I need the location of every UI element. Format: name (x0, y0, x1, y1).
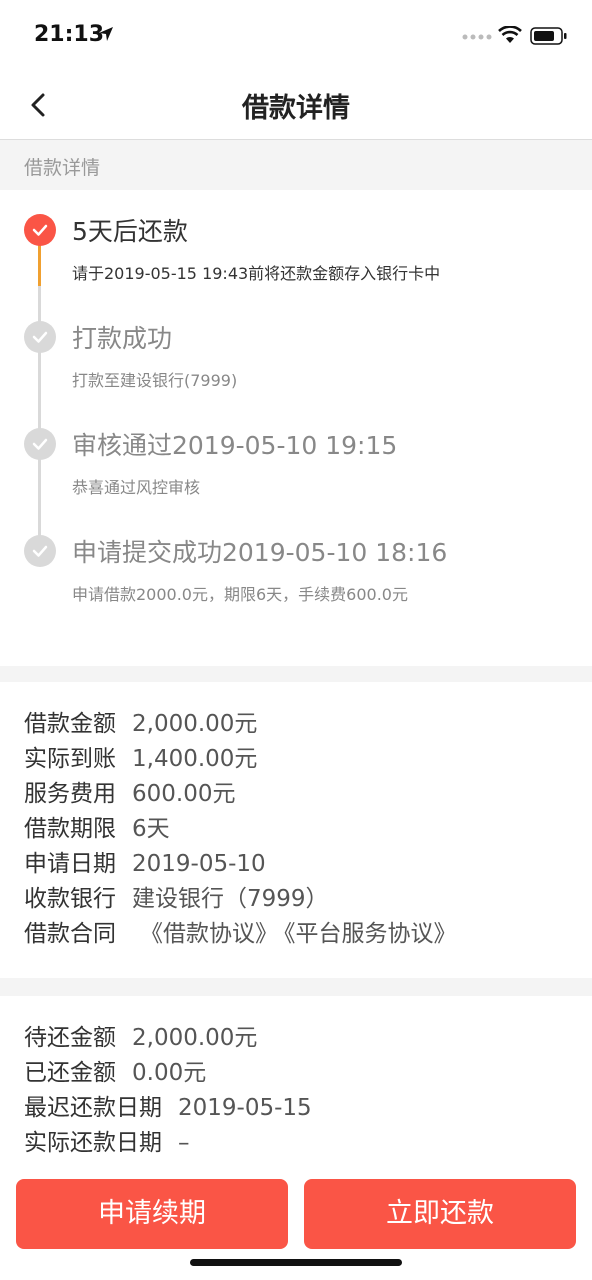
timeline-subtitle: 打款至建设银行(7999) (72, 371, 238, 390)
deadline-row: 最迟还款日期 2019-05-15 (24, 1088, 312, 1122)
loan-term-label: 借款期限 (24, 816, 116, 842)
section-header: 借款详情 (0, 140, 592, 190)
apply-date-label: 申请日期 (24, 851, 116, 877)
service-fee-value: 600.00元 (132, 781, 236, 807)
due-amount-value: 2,000.00元 (132, 1025, 258, 1051)
home-indicator[interactable] (190, 1259, 402, 1266)
actual-repay-date-row: 实际还款日期 – (24, 1123, 190, 1157)
received-amount-value: 1,400.00元 (132, 746, 258, 772)
apply-date-row: 申请日期 2019-05-10 (24, 844, 266, 878)
receiving-bank-value: 建设银行（7999） (132, 886, 329, 912)
location-arrow-icon (99, 27, 113, 41)
timeline-title: 5天后还款 (72, 217, 188, 246)
loan-amount-row: 借款金额 2,000.00元 (24, 704, 257, 738)
timeline-subtitle: 恭喜通过风控审核 (72, 478, 201, 497)
due-amount-label: 待还金额 (24, 1025, 116, 1051)
loan-info-card: 借款金额 2,000.00元 实际到账 1,400.00元 服务费用 600.00元 … (0, 682, 592, 978)
page-title: 借款详情 (242, 93, 350, 124)
received-amount-label: 实际到账 (24, 746, 116, 772)
timeline-subtitle: 请于2019-05-15 19:43前将还款金额存入银行卡中 (72, 264, 441, 283)
check-circle-icon (24, 321, 56, 353)
timeline-card: 5天后还款 请于2019-05-15 19:43前将还款金额存入银行卡中 打款成… (0, 190, 592, 666)
received-amount-row: 实际到账 1,400.00元 (24, 739, 257, 773)
actual-repay-date-value: – (178, 1130, 190, 1156)
apply-date-value: 2019-05-10 (132, 851, 266, 877)
timeline-title: 打款成功 (72, 324, 173, 353)
signal-icon (462, 34, 492, 40)
loan-amount-label: 借款金额 (24, 711, 116, 737)
timeline-title: 审核通过2019-05-10 19:15 (72, 431, 398, 460)
paid-amount-row: 已还金额 0.00元 (24, 1053, 206, 1087)
actual-repay-date-label: 实际还款日期 (24, 1130, 162, 1156)
platform-service-agreement-link[interactable]: 《平台服务协议》 (284, 921, 457, 947)
receiving-bank-row: 收款银行 建设银行（7999） (24, 879, 329, 913)
due-amount-row: 待还金额 2,000.00元 (24, 1018, 257, 1052)
loan-term-row: 借款期限 6天 (24, 809, 170, 843)
extend-loan-button[interactable]: 申请续期 (16, 1179, 288, 1249)
receiving-bank-label: 收款银行 (24, 886, 116, 912)
repay-now-button[interactable]: 立即还款 (304, 1179, 576, 1249)
repay-info-card: 待还金额 2,000.00元 已还金额 0.00元 最迟还款日期 2019-05-15… (0, 996, 592, 1165)
service-fee-label: 服务费用 (24, 781, 116, 807)
section-header-label: 借款详情 (24, 157, 101, 179)
nav-bar: 借款详情 (0, 70, 592, 140)
check-circle-icon (24, 535, 56, 567)
battery-icon (530, 27, 567, 45)
loan-amount-value: 2,000.00元 (132, 711, 258, 737)
loan-contract-label: 借款合同 (24, 921, 116, 947)
status-time: 21:13 (34, 22, 105, 47)
timeline-title: 申请提交成功2019-05-10 18:16 (72, 538, 448, 567)
timeline-subtitle: 申请借款2000.0元，期限6天，手续费600.0元 (72, 585, 408, 604)
deadline-label: 最迟还款日期 (24, 1095, 162, 1121)
wifi-icon (498, 26, 522, 43)
deadline-value: 2019-05-15 (178, 1095, 312, 1121)
check-circle-icon (24, 428, 56, 460)
loan-contract-row: 借款合同 《借款协议》 《平台服务协议》 (24, 914, 457, 948)
loan-agreement-link[interactable]: 《借款协议》 (140, 921, 278, 947)
paid-amount-label: 已还金额 (24, 1060, 116, 1086)
paid-amount-value: 0.00元 (132, 1060, 207, 1086)
timeline-line-active (38, 242, 41, 286)
check-circle-icon (24, 214, 56, 246)
status-bar: 21:13 (0, 0, 592, 70)
loan-term-value: 6天 (132, 816, 170, 842)
service-fee-row: 服务费用 600.00元 (24, 774, 235, 808)
